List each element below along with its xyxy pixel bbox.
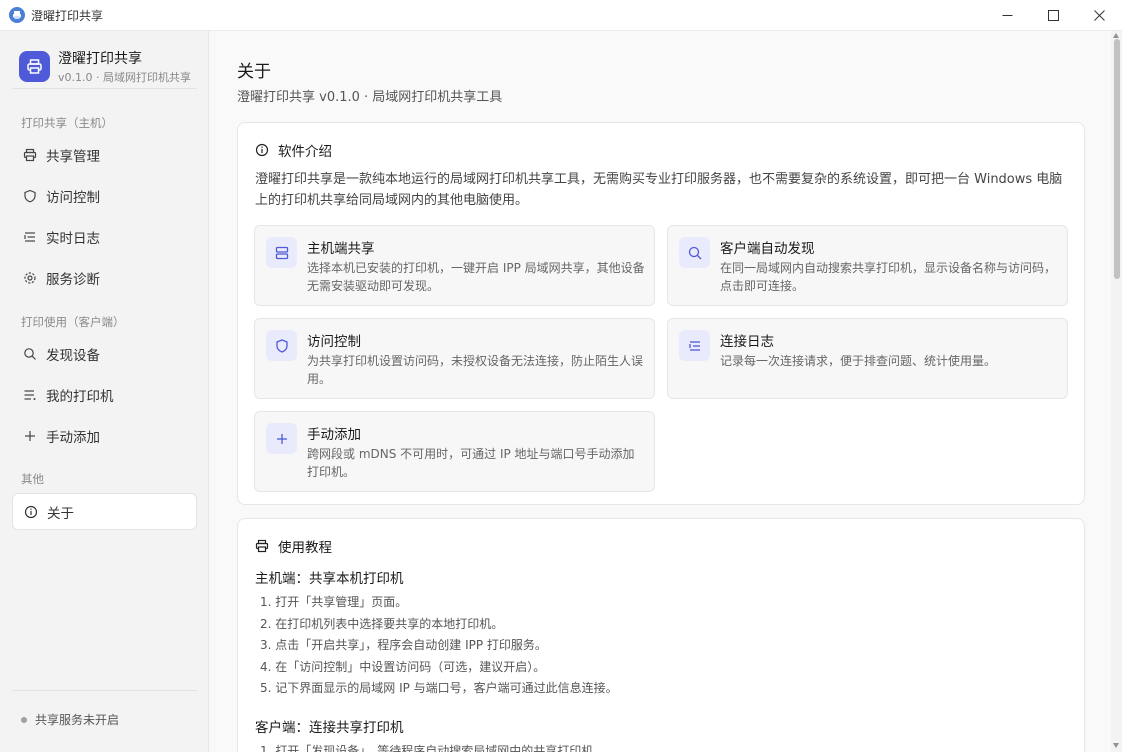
info-icon [24, 505, 38, 519]
sidebar-item-share-management[interactable]: 共享管理 [12, 136, 197, 173]
sidebar-item-manual-add[interactable]: 手动添加 [12, 417, 197, 454]
printer-logo-icon [19, 51, 50, 82]
feature-card: 手动添加 跨网段或 mDNS 不可用时，可通过 IP 地址与端口号手动添加打印机… [254, 411, 655, 492]
status-text: 共享服务未开启 [35, 713, 120, 727]
sidebar-item-discover[interactable]: 发现设备 [12, 335, 197, 372]
status-dot-icon [21, 716, 27, 723]
sidebar-item-access-control[interactable]: 访问控制 [12, 177, 197, 214]
search-icon [679, 237, 710, 268]
close-button[interactable] [1076, 0, 1122, 31]
client-tutorial-title: 客户端：连接共享打印机 [255, 720, 404, 736]
host-steps: 1. 打开「共享管理」页面。 2. 在打印机列表中选择要共享的本地打印机。 3.… [260, 592, 618, 700]
sidebar-item-my-printers[interactable]: 我的打印机 [12, 376, 197, 413]
info-icon [255, 143, 269, 157]
server-icon [266, 237, 297, 268]
sidebar-item-diagnostics[interactable]: 服务诊断 [12, 259, 197, 296]
feature-desc: 在同一局域网内自动搜索共享打印机，显示设备名称与访问码，点击即可连接。 [720, 261, 1057, 293]
brand-version: v0.1.0 · 局域网打印机共享 [58, 71, 191, 84]
vertical-scrollbar[interactable] [1111, 31, 1122, 752]
feature-card: 连接日志 记录每一次连接请求，便于排查问题、统计使用量。 [667, 318, 1068, 399]
list-item: 2. 在打印机列表中选择要共享的本地打印机。 [260, 616, 504, 631]
feature-desc: 记录每一次连接请求，便于排查问题、统计使用量。 [720, 354, 997, 368]
feature-title: 主机端共享 [307, 241, 375, 257]
card-heading: 使用教程 [278, 540, 332, 556]
feature-desc: 跨网段或 mDNS 不可用时，可通过 IP 地址与端口号手动添加打印机。 [307, 447, 635, 479]
intro-text: 澄曜打印共享是一款纯本地运行的局域网打印机共享工具，无需购买专业打印服务器，也不… [255, 172, 1063, 208]
feature-card: 主机端共享 选择本机已安装的打印机，一键开启 IPP 局域网共享，其他设备无需安… [254, 225, 655, 306]
list-item: 4. 在「访问控制」中设置访问码（可选，建议开启）。 [260, 659, 546, 674]
sidebar-item-label: 共享管理 [46, 148, 100, 165]
scroll-down-icon[interactable] [1113, 743, 1119, 748]
feature-title: 访问控制 [307, 334, 361, 350]
list-item: 1. 打开「发现设备」，等待程序自动搜索局域网中的共享打印机。 [260, 744, 606, 752]
sidebar-item-label: 我的打印机 [46, 388, 114, 405]
divider [12, 88, 197, 89]
plus-icon [266, 423, 297, 454]
sidebar-item-live-log[interactable]: 实时日志 [12, 218, 197, 255]
list-icon [679, 330, 710, 361]
list-item: 5. 记下界面显示的局域网 IP 与端口号，客户端可通过此信息连接。 [260, 681, 618, 695]
brand: 澄曜打印共享 v0.1.0 · 局域网打印机共享 [19, 51, 191, 86]
section-label-other: 其他 [21, 472, 44, 486]
minimize-button[interactable] [984, 0, 1030, 31]
main-content: 关于 澄曜打印共享 v0.1.0 · 局域网打印机共享工具 软件介绍 澄曜打印共… [209, 31, 1122, 752]
feature-desc: 选择本机已安装的打印机，一键开启 IPP 局域网共享，其他设备无需安装驱动即可发… [307, 261, 645, 293]
feature-title: 连接日志 [720, 334, 774, 350]
client-steps: 1. 打开「发现设备」，等待程序自动搜索局域网中的共享打印机。 [260, 741, 605, 752]
host-tutorial-title: 主机端：共享本机打印机 [255, 571, 404, 587]
sidebar-item-label: 实时日志 [46, 230, 100, 247]
brand-name: 澄曜打印共享 [58, 51, 142, 67]
page-subtitle: 澄曜打印共享 v0.1.0 · 局域网打印机共享工具 [237, 90, 503, 105]
minimize-icon [1002, 15, 1012, 16]
list-item: 3. 点击「开启共享」，程序会自动创建 IPP 打印服务。 [260, 638, 547, 652]
feature-desc: 为共享打印机设置访问码，未授权设备无法连接，防止陌生人误用。 [307, 354, 644, 386]
scroll-thumb[interactable] [1114, 39, 1120, 279]
search-icon [23, 347, 37, 361]
shield-icon [266, 330, 297, 361]
section-label-host: 打印共享（主机） [21, 116, 113, 130]
sidebar-item-label: 手动添加 [46, 429, 100, 446]
feature-card: 客户端自动发现 在同一局域网内自动搜索共享打印机，显示设备名称与访问码，点击即可… [667, 225, 1068, 306]
list-icon [23, 230, 37, 244]
sidebar-item-label: 服务诊断 [46, 271, 100, 288]
close-icon [1093, 10, 1105, 21]
sidebar-item-label: 关于 [47, 505, 74, 522]
sidebar: 澄曜打印共享 v0.1.0 · 局域网打印机共享 打印共享（主机） 共享管理 访… [0, 31, 209, 752]
sidebar-item-label: 访问控制 [46, 189, 100, 206]
feature-title: 客户端自动发现 [720, 241, 815, 257]
shield-icon [23, 189, 37, 203]
title-bar: 澄曜打印共享 [0, 0, 1122, 31]
tutorial-card: 使用教程 主机端：共享本机打印机 1. 打开「共享管理」页面。 2. 在打印机列… [237, 518, 1085, 752]
printer-app-icon [9, 7, 25, 23]
intro-card: 软件介绍 澄曜打印共享是一款纯本地运行的局域网打印机共享工具，无需购买专业打印服… [237, 122, 1085, 505]
sidebar-item-about[interactable]: 关于 [12, 493, 197, 530]
section-label-client: 打印使用（客户端） [21, 315, 125, 329]
maximize-button[interactable] [1030, 0, 1076, 31]
list-icon [23, 388, 37, 402]
printer-icon [255, 539, 269, 553]
page-title: 关于 [237, 62, 271, 82]
feature-title: 手动添加 [307, 427, 361, 443]
divider [12, 690, 197, 691]
scroll-up-icon[interactable] [1113, 33, 1119, 38]
gear-icon [23, 271, 37, 285]
feature-card: 访问控制 为共享打印机设置访问码，未授权设备无法连接，防止陌生人误用。 [254, 318, 655, 399]
plus-icon [23, 429, 37, 443]
window-title: 澄曜打印共享 [31, 8, 104, 23]
maximize-icon [1047, 10, 1059, 21]
printer-icon [23, 148, 37, 162]
card-heading: 软件介绍 [278, 144, 332, 160]
sidebar-item-label: 发现设备 [46, 347, 100, 364]
list-item: 1. 打开「共享管理」页面。 [260, 595, 408, 609]
service-status: 共享服务未开启 [21, 711, 119, 728]
